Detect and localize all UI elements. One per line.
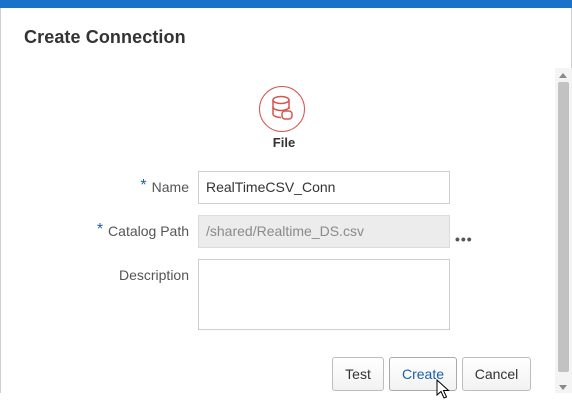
description-textarea[interactable] (198, 259, 450, 330)
test-button[interactable]: Test (332, 357, 384, 391)
connection-type-label: File (272, 135, 296, 150)
required-marker: * (96, 221, 104, 238)
browse-catalog-button[interactable]: ••• (455, 231, 473, 247)
catalog-path-label: * Catalog Path (96, 221, 189, 239)
description-label: Description (118, 267, 189, 283)
scroll-down-icon[interactable] (559, 385, 567, 390)
create-connection-dialog: Create Connection File * Name RealTimeCSV… (0, 8, 572, 399)
required-marker: * (140, 177, 147, 194)
catalog-path-input: /shared/Realtime_DS.csv (198, 215, 450, 248)
name-input[interactable]: RealTimeCSV_Conn (198, 171, 450, 204)
database-icon (259, 86, 305, 132)
scroll-thumb[interactable] (558, 82, 569, 372)
vertical-scrollbar[interactable] (555, 68, 572, 393)
mouse-pointer-icon (436, 378, 450, 404)
window-top-bar (0, 0, 572, 8)
dialog-title: Create Connection (24, 27, 186, 47)
cancel-button[interactable]: Cancel (462, 357, 531, 391)
name-label: * Name (140, 177, 189, 195)
scroll-up-icon[interactable] (559, 73, 567, 78)
